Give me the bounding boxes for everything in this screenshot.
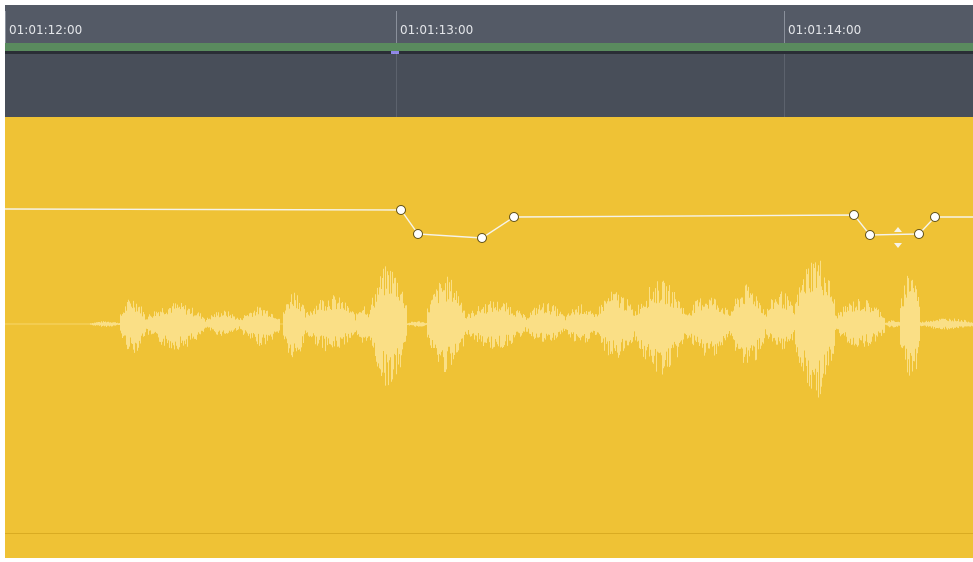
timeline-range-bar[interactable] <box>5 43 973 51</box>
timecode-label: 01:01:14:00 <box>788 23 862 37</box>
circle-keyframe-icon <box>914 229 924 239</box>
ruler-tick <box>784 11 785 43</box>
volume-curve <box>5 208 973 239</box>
circle-keyframe-icon <box>849 210 859 220</box>
circle-keyframe-icon <box>930 212 940 222</box>
grid-line <box>396 54 397 117</box>
circle-keyframe-icon <box>865 230 875 240</box>
timecode-label: 01:01:13:00 <box>400 23 474 37</box>
grid-line <box>784 54 785 117</box>
audio-clip-canvas <box>5 205 973 398</box>
circle-keyframe-icon <box>509 212 519 222</box>
timecode-ruler[interactable]: 01:01:12:00 01:01:13:00 01:01:14:00 <box>5 5 973 43</box>
audio-timeline[interactable]: 01:01:12:00 01:01:13:00 01:01:14:00 <box>5 5 973 558</box>
circle-keyframe-icon <box>477 233 487 243</box>
timeline-viewport: 01:01:12:00 01:01:13:00 01:01:14:00 <box>0 0 973 562</box>
audio-waveform <box>90 260 973 398</box>
circle-keyframe-icon <box>413 229 423 239</box>
ruler-tick <box>396 11 397 43</box>
circle-keyframe-icon <box>396 205 406 215</box>
track-header-area <box>5 54 973 117</box>
timecode-label: 01:01:12:00 <box>9 23 83 37</box>
volume-keyframes <box>396 205 940 243</box>
audio-clip[interactable] <box>5 117 973 558</box>
ruler-tick <box>5 11 6 43</box>
up-down-arrow-icon <box>894 227 902 248</box>
clip-lower-divider <box>5 533 973 534</box>
